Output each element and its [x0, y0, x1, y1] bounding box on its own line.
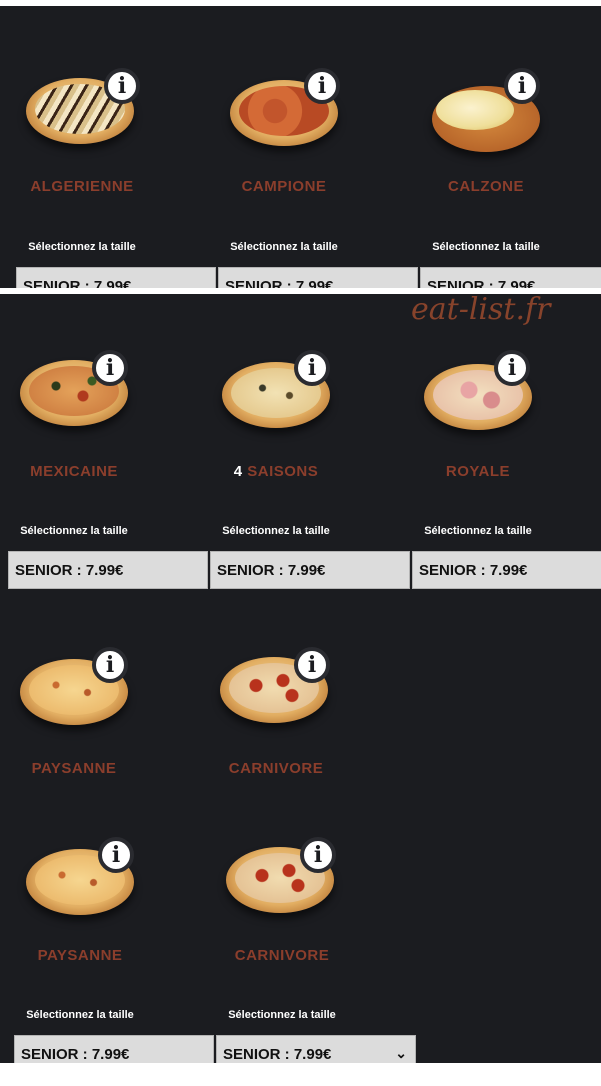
select-size-label: Sélectionnez la taille — [28, 241, 136, 253]
select-size-label: Sélectionnez la taille — [424, 525, 532, 537]
select-size-label: Sélectionnez la taille — [230, 241, 338, 253]
size-select[interactable]: SENIOR : 7.99€ — [16, 267, 216, 288]
pizza-name: PAYSANNE — [37, 947, 123, 964]
size-select[interactable]: SENIOR : 7.99€ — [210, 551, 410, 589]
size-select[interactable]: SENIOR : 7.99€ ⌄ — [216, 1035, 416, 1063]
size-select-value: SENIOR : 7.99€ — [223, 1045, 332, 1063]
select-size-label: Sélectionnez la taille — [26, 1009, 134, 1021]
size-select[interactable]: SENIOR : 7.99€ — [420, 267, 601, 288]
chevron-down-icon[interactable]: ⌄ — [395, 1045, 407, 1062]
info-icon[interactable]: i — [300, 837, 336, 873]
info-icon[interactable]: i — [494, 350, 530, 386]
menu-panel-4: i PAYSANNE Sélectionnez la taille SENIOR… — [0, 787, 601, 1063]
watermark-text: eat-list.fr — [411, 292, 551, 327]
info-icon[interactable]: i — [92, 647, 128, 683]
info-icon[interactable]: i — [104, 68, 140, 104]
pizza-name: CARNIVORE — [234, 947, 330, 964]
pizza-name: CARNIVORE — [228, 760, 324, 777]
pizza-name: CALZONE — [448, 178, 524, 195]
info-icon[interactable]: i — [304, 68, 340, 104]
menu-panel-2: i MEXICAINE Sélectionnez la taille SENIO… — [0, 294, 601, 591]
pizza-name: CAMPIONE — [241, 178, 327, 195]
size-select[interactable]: SENIOR : 7.99€ — [14, 1035, 214, 1063]
menu-panel-3: i PAYSANNE i CARNIVORE — [0, 591, 601, 787]
info-icon[interactable]: i — [504, 68, 540, 104]
size-select[interactable]: SENIOR : 7.99€ — [218, 267, 418, 288]
select-size-label: Sélectionnez la taille — [222, 525, 330, 537]
info-icon[interactable]: i — [294, 350, 330, 386]
size-select[interactable]: SENIOR : 7.99€ — [8, 551, 208, 589]
pizza-name: PAYSANNE — [31, 760, 117, 777]
select-size-label: Sélectionnez la taille — [20, 525, 128, 537]
info-icon[interactable]: i — [92, 350, 128, 386]
pizza-name: MEXICAINE — [30, 463, 118, 480]
menu-panel-1: i ALGERIENNE Sélectionnez la taille SENI… — [0, 6, 601, 288]
pizza-name: ALGERIENNE — [30, 178, 134, 195]
pizza-name: 4 SAISONS — [233, 463, 319, 480]
info-icon[interactable]: i — [98, 837, 134, 873]
size-select[interactable]: SENIOR : 7.99€ — [412, 551, 601, 589]
pizza-name: ROYALE — [445, 463, 511, 480]
info-icon[interactable]: i — [294, 647, 330, 683]
select-size-label: Sélectionnez la taille — [432, 241, 540, 253]
select-size-label: Sélectionnez la taille — [228, 1009, 336, 1021]
